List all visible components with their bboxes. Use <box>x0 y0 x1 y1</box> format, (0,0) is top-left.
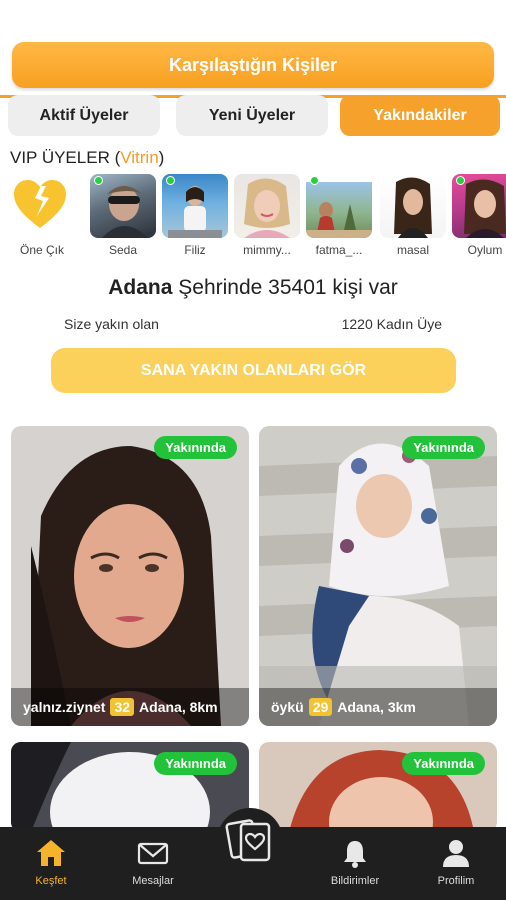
nav-label: Mesajlar <box>132 875 174 887</box>
vip-title-suffix: ) <box>158 148 165 167</box>
online-indicator <box>94 176 103 185</box>
swipe-cards-button[interactable] <box>217 808 283 874</box>
user-icon <box>440 837 472 869</box>
nearby-badge: Yakınında <box>154 752 237 775</box>
vip-member-name: Oylum <box>467 243 503 257</box>
profile-info-bar: yalnız.ziynet 32 Adana, 8km <box>11 688 249 726</box>
vip-title-prefix: VIP ÜYELER ( <box>10 148 121 167</box>
nav-label: Profilim <box>437 875 475 887</box>
online-indicator <box>166 176 175 185</box>
tab-active-members[interactable]: Aktif Üyeler <box>8 95 160 136</box>
online-indicator <box>310 176 319 185</box>
vip-member-name: mimmy... <box>243 243 291 257</box>
tab-new-members[interactable]: Yeni Üyeler <box>176 95 328 136</box>
city-text-mid: Şehrinde <box>172 276 269 299</box>
vip-member-name: Filiz <box>184 243 206 257</box>
app-screen: Karşılaştığın Kişiler Aktif Üyeler Yeni … <box>0 0 506 900</box>
met-people-banner[interactable]: Karşılaştığın Kişiler <box>12 42 494 88</box>
profile-location: Adana, 8km <box>139 699 218 715</box>
female-member-count: 1220 Kadın Üye <box>341 316 442 332</box>
profile-username: öykü <box>271 699 304 715</box>
cards-heart-icon <box>225 819 271 862</box>
vip-member-masal[interactable]: masal <box>380 172 446 262</box>
city-summary: Adana Şehrinde 35401 kişi var <box>0 276 506 300</box>
mail-icon <box>137 837 169 869</box>
city-text-end: kişi var <box>326 276 398 299</box>
nearby-badge: Yakınında <box>402 436 485 459</box>
member-count: 35401 <box>268 276 327 299</box>
age-badge: 29 <box>308 698 333 716</box>
vip-member-name: masal <box>396 243 429 257</box>
nav-label: Bildirimler <box>330 875 380 887</box>
profile-photo <box>259 426 497 726</box>
age-badge: 32 <box>110 698 135 716</box>
profile-card[interactable]: Yakınında öykü 29 Adana, 3km <box>259 426 497 726</box>
vip-member-name: Seda <box>108 243 138 257</box>
near-label: Size yakın olan <box>64 316 159 332</box>
online-indicator <box>456 176 465 185</box>
nearby-badge: Yakınında <box>402 752 485 775</box>
profile-location: Adana, 3km <box>337 699 416 715</box>
vip-member-name: fatma_... <box>315 243 363 257</box>
see-nearby-button[interactable]: SANA YAKIN OLANLARI GÖR <box>51 348 456 393</box>
home-icon <box>35 837 67 869</box>
profile-info-bar: öykü 29 Adana, 3km <box>259 688 497 726</box>
vip-member-filiz[interactable]: Filiz <box>162 172 228 262</box>
profile-photo <box>11 426 249 726</box>
vip-member-oylum[interactable]: Oylum <box>452 172 506 262</box>
nav-notifications[interactable]: Bildirimler <box>315 827 395 900</box>
profile-card[interactable]: Yakınında yalnız.ziynet 32 Adana, 8km <box>11 426 249 726</box>
bell-icon <box>339 837 371 869</box>
city-name: Adana <box>108 276 173 299</box>
profile-card[interactable]: Yakınında <box>259 742 497 832</box>
nav-discover[interactable]: Keşfet <box>11 827 91 900</box>
vip-section-title: VIP ÜYELER (Vitrin) <box>10 148 164 168</box>
vip-member-seda[interactable]: Seda <box>90 172 156 262</box>
tab-bar: Aktif Üyeler Yeni Üyeler Yakındakiler <box>0 95 506 137</box>
profile-username: yalnız.ziynet <box>23 699 106 715</box>
vip-member-fatma[interactable]: fatma_... <box>306 172 372 262</box>
nav-label: Keşfet <box>35 875 67 887</box>
vip-members-row: Seda Filiz mimmy... fatma_... masal Oylu… <box>0 172 506 264</box>
nearby-badge: Yakınında <box>154 436 237 459</box>
tab-nearby[interactable]: Yakındakiler <box>340 95 500 136</box>
profile-card[interactable]: Yakınında <box>11 742 249 832</box>
nav-profile[interactable]: Profilim <box>416 827 496 900</box>
nav-messages[interactable]: Mesajlar <box>113 827 193 900</box>
vip-member-mimmy[interactable]: mimmy... <box>234 172 300 262</box>
avatar <box>380 174 446 238</box>
avatar <box>234 174 300 238</box>
vip-title-vitrin[interactable]: Vitrin <box>120 148 158 167</box>
